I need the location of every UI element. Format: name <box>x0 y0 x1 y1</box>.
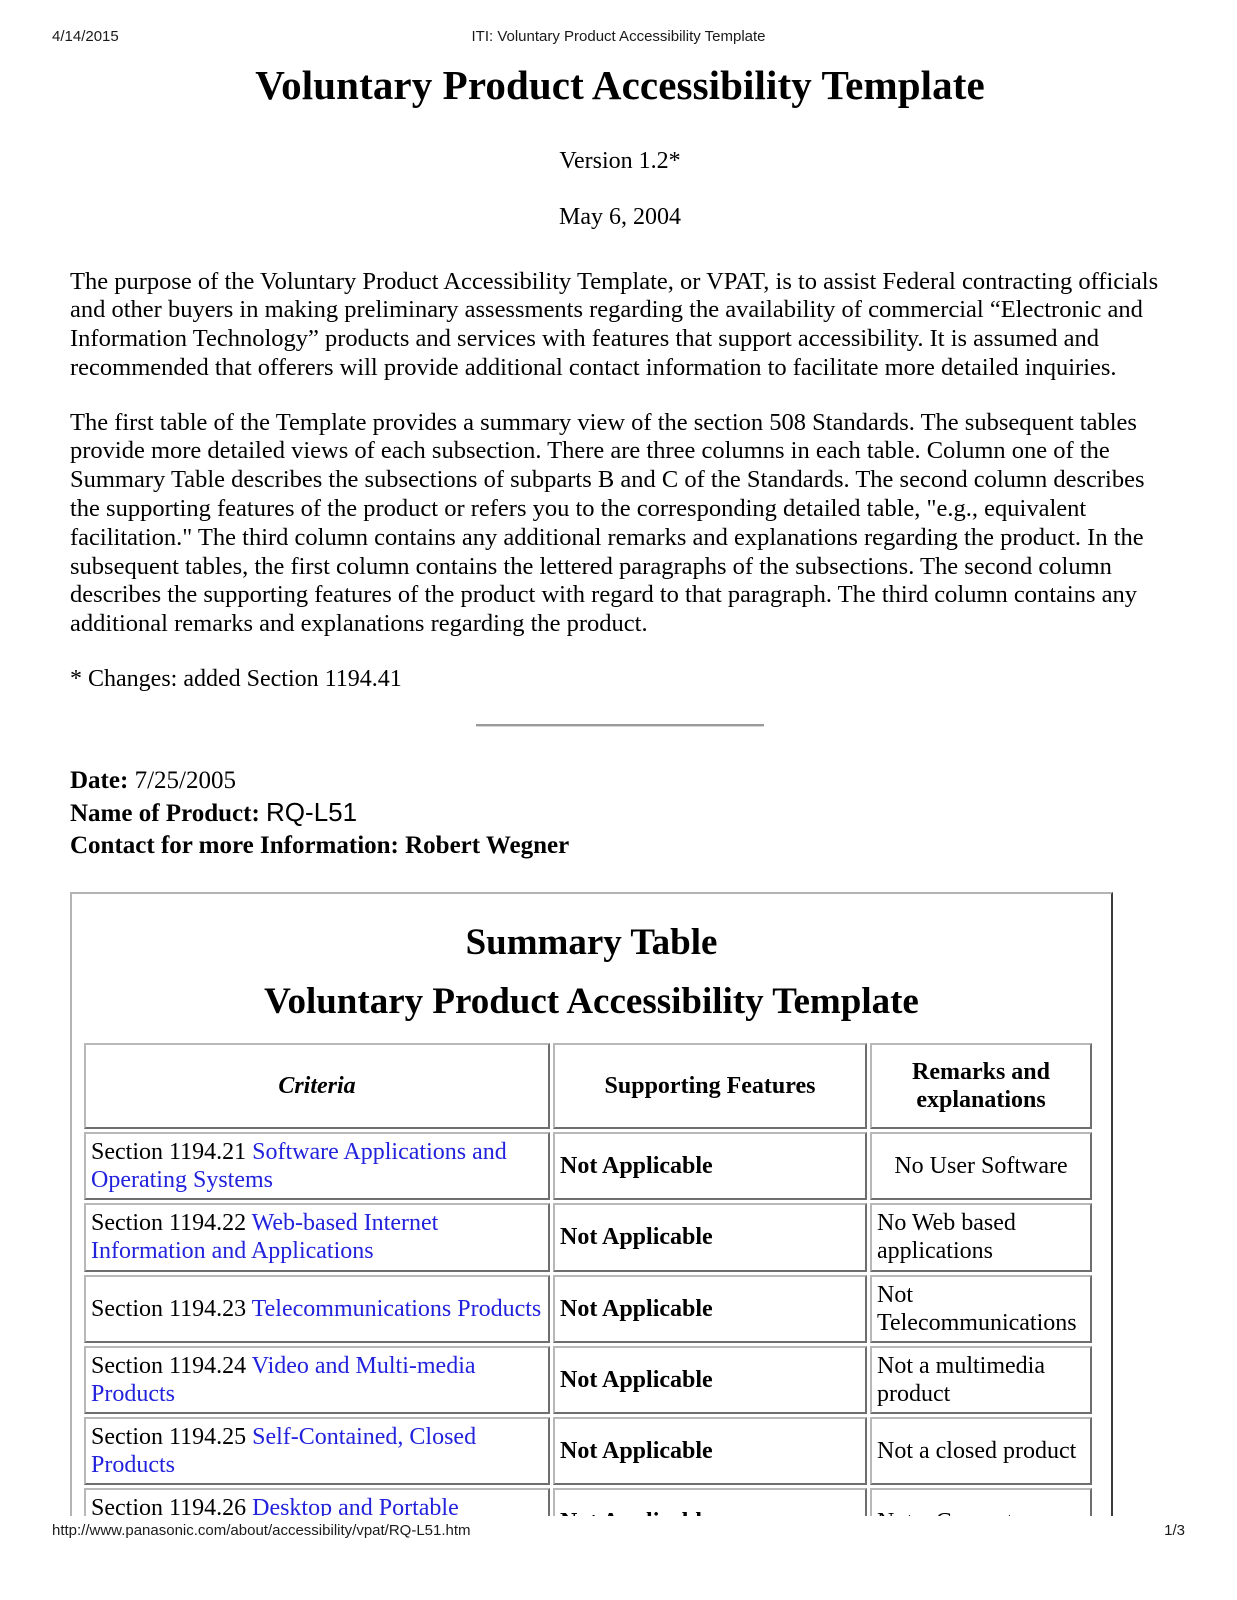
document-version: Version 1.2* <box>559 147 681 174</box>
cell-remarks: Not Telecommunications <box>870 1274 1092 1343</box>
cell-criteria: Section 1194.22 Web-based Internet Infor… <box>84 1203 550 1272</box>
table-header-row: Criteria Supporting Features Remarks and… <box>84 1043 1092 1130</box>
cell-supporting-features: Not Applicable <box>553 1274 867 1343</box>
meta-contact-value: Robert Wegner <box>405 832 570 860</box>
column-header-supporting-features: Supporting Features <box>553 1043 867 1130</box>
meta-date-label: Date: <box>70 766 129 794</box>
cell-criteria: Section 1194.21 Software Applications an… <box>84 1132 550 1201</box>
cell-remarks: Not a multimedia product <box>870 1345 1092 1414</box>
cell-supporting-features: Not Applicable <box>553 1203 867 1272</box>
cell-criteria: Section 1194.24 Video and Multi-media Pr… <box>84 1345 550 1414</box>
summary-table-caption-line-2: Voluntary Product Accessibility Template <box>264 981 919 1023</box>
print-footer-url: http://www.panasonic.com/about/accessibi… <box>52 1522 471 1539</box>
print-footer: http://www.panasonic.com/about/accessibi… <box>0 1522 1237 1542</box>
document-content: Voluntary Product Accessibility Template… <box>70 62 1170 1587</box>
print-header-title: ITI: Voluntary Product Accessibility Tem… <box>471 28 766 45</box>
criteria-section-number: Section 1194.24 <box>91 1352 252 1379</box>
intro-paragraph-2: The first table of the Template provides… <box>70 408 1145 638</box>
cell-remarks: No User Software <box>870 1132 1092 1201</box>
document-page: 4/14/2015 ITI: Voluntary Product Accessi… <box>0 0 1237 1600</box>
meta-line-date: Date: 7/25/2005 <box>70 765 1170 797</box>
print-header: 4/14/2015 ITI: Voluntary Product Accessi… <box>0 28 1237 48</box>
cell-supporting-features: Not Applicable <box>553 1416 867 1485</box>
meta-product-label: Name of Product: <box>70 800 260 828</box>
column-header-criteria: Criteria <box>84 1043 550 1130</box>
criteria-section-number: Section 1194.25 <box>91 1423 253 1450</box>
criteria-section-number: Section 1194.22 <box>91 1210 252 1237</box>
table-row: Section 1194.25 Self-Contained, Closed P… <box>84 1416 1092 1485</box>
meta-contact-label: Contact for more Information: <box>70 832 399 860</box>
cell-remarks: Not a closed product <box>870 1416 1092 1485</box>
cell-remarks: No Web based applications <box>870 1203 1092 1272</box>
summary-table-caption-line-1: Summary Table <box>465 921 718 963</box>
criteria-link[interactable]: Telecommunications Products <box>252 1296 542 1322</box>
table-row: Section 1194.22 Web-based Internet Infor… <box>84 1203 1092 1272</box>
intro-paragraph-1: The purpose of the Voluntary Product Acc… <box>70 267 1159 381</box>
summary-table-body: Criteria Supporting Features Remarks and… <box>84 1043 1092 1582</box>
cell-criteria: Section 1194.23 Telecommunications Produ… <box>84 1274 550 1343</box>
document-date: May 6, 2004 <box>559 203 681 230</box>
meta-product-value: RQ-L51 <box>266 797 358 828</box>
section-divider <box>476 723 764 727</box>
changes-note: * Changes: added Section 1194.41 <box>70 665 402 692</box>
cell-supporting-features: Not Applicable <box>553 1345 867 1414</box>
summary-table: Criteria Supporting Features Remarks and… <box>81 1040 1095 1584</box>
criteria-section-number: Section 1194.23 <box>91 1295 252 1322</box>
column-header-remarks: Remarks and explanations <box>870 1043 1092 1130</box>
cell-supporting-features: Not Applicable <box>553 1132 867 1201</box>
page-title: Voluntary Product Accessibility Template <box>255 62 985 108</box>
summary-table-frame: Summary Table Voluntary Product Accessib… <box>70 891 1113 1587</box>
table-row: Section 1194.21 Software Applications an… <box>84 1132 1092 1201</box>
table-row: Section 1194.23 Telecommunications Produ… <box>84 1274 1092 1343</box>
meta-line-contact: Contact for more Information: Robert Weg… <box>70 830 1170 862</box>
product-meta-block: Date: 7/25/2005 Name of Product: RQ-L51 … <box>70 765 1170 862</box>
criteria-section-number: Section 1194.21 <box>91 1139 253 1166</box>
table-row: Section 1194.24 Video and Multi-media Pr… <box>84 1345 1092 1414</box>
cell-criteria: Section 1194.25 Self-Contained, Closed P… <box>84 1416 550 1485</box>
meta-line-product: Name of Product: RQ-L51 <box>70 796 1170 830</box>
meta-date-value: 7/25/2005 <box>134 766 236 794</box>
print-footer-page-number: 1/3 <box>1164 1522 1185 1539</box>
